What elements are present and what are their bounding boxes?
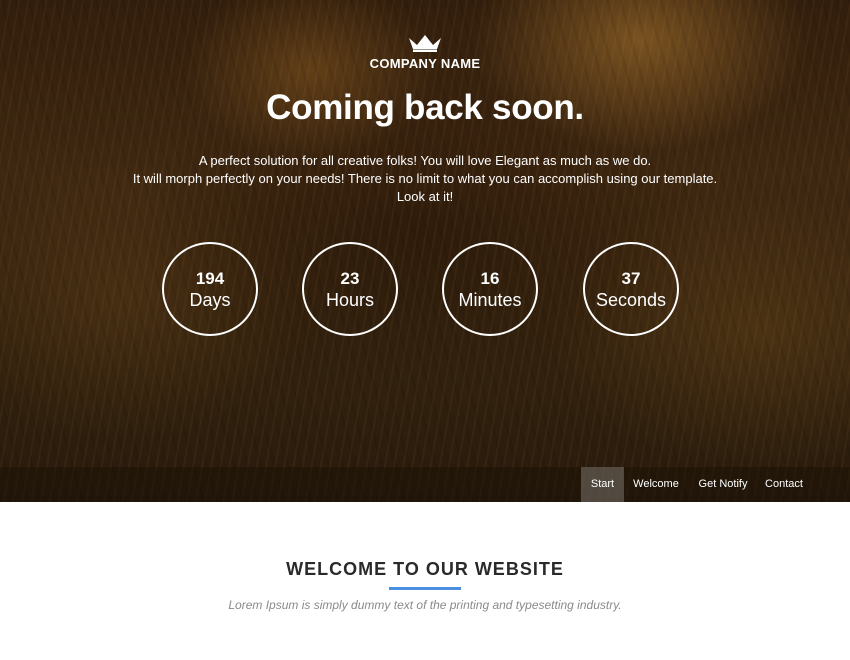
countdown-hours-value: 23 <box>340 269 360 288</box>
hero-section: COMPANY NAME Coming back soon. A perfect… <box>0 0 850 502</box>
countdown-minutes-value: 16 <box>480 269 500 288</box>
main-nav: Start Welcome Get Notify Contact <box>0 467 850 502</box>
countdown-seconds: 37 Seconds <box>583 242 679 336</box>
intro-line: It will morph perfectly on your needs! T… <box>132 171 718 186</box>
countdown-seconds-value: 37 <box>621 269 641 288</box>
crown-icon <box>409 35 441 52</box>
intro-line: A perfect solution for all creative folk… <box>198 153 652 168</box>
logo[interactable]: COMPANY NAME <box>0 34 850 71</box>
title-underline <box>389 587 461 590</box>
countdown-days: 194 Days <box>162 242 258 336</box>
countdown-seconds-label: Seconds <box>595 290 667 310</box>
intro-line: Look at it! <box>396 189 454 204</box>
countdown-timer: 194 Days 23 Hours 16 Minutes 37 Seconds <box>0 242 850 336</box>
countdown-hours: 23 Hours <box>302 242 398 336</box>
welcome-subtitle: Lorem Ipsum is simply dummy text of the … <box>228 598 622 612</box>
intro-text: A perfect solution for all creative folk… <box>0 152 850 206</box>
countdown-minutes-label: Minutes <box>458 290 522 310</box>
countdown-days-value: 194 <box>195 269 225 288</box>
countdown-minutes: 16 Minutes <box>442 242 538 336</box>
company-name: COMPANY NAME <box>369 56 481 71</box>
nav-item-contact[interactable]: Contact <box>760 467 808 502</box>
countdown-hours-label: Hours <box>325 290 374 310</box>
nav-item-start[interactable]: Start <box>581 467 624 502</box>
page-headline: Coming back soon. <box>266 88 584 127</box>
countdown-days-label: Days <box>189 290 231 310</box>
welcome-title: WELCOME TO OUR WEBSITE <box>286 559 564 579</box>
nav-item-welcome[interactable]: Welcome <box>626 467 686 502</box>
nav-item-get-notify[interactable]: Get Notify <box>693 467 753 502</box>
